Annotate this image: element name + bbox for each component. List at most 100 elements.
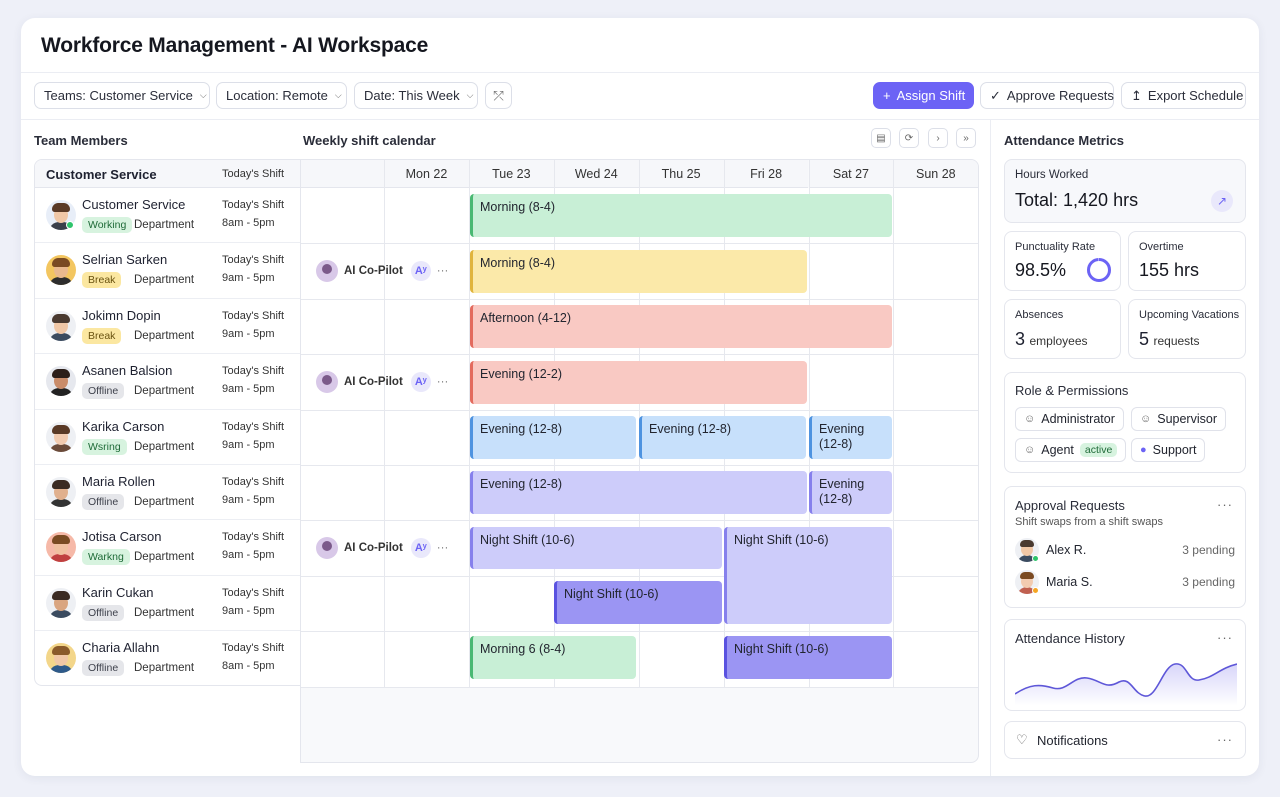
team-member-row[interactable]: Karika Carson Wsring Department Today's … xyxy=(35,410,300,465)
team-list-header: Customer Service Today's Shift xyxy=(35,160,300,188)
app-window: Workforce Management - AI Workspace Team… xyxy=(21,18,1259,776)
shift-block[interactable]: Morning (8-4) xyxy=(470,194,892,237)
member-department: Department xyxy=(134,495,195,508)
attendance-sparkline xyxy=(1015,663,1237,706)
role-supervisor[interactable]: ☺ Supervisor xyxy=(1131,407,1226,431)
team-member-row[interactable]: Jotisa Carson Warkng Department Today's … xyxy=(35,520,300,576)
shift-block[interactable]: Night Shift (10-6) xyxy=(724,636,892,679)
absences-unit: employees xyxy=(1029,334,1088,348)
role-agent[interactable]: ☺ Agent active xyxy=(1015,438,1127,462)
history-title: Attendance History xyxy=(1015,631,1125,646)
status-badge: Working xyxy=(82,217,133,233)
grid-line xyxy=(301,243,978,245)
member-department: Department xyxy=(134,551,195,564)
approvals-title: Approval Requests xyxy=(1015,498,1125,513)
shift-block[interactable]: Evening (12-8) xyxy=(470,416,636,459)
team-member-row[interactable]: Customer Service Working Department Toda… xyxy=(35,188,300,244)
double-chevron-right-icon[interactable]: » xyxy=(956,128,976,148)
title-bar: Workforce Management - AI Workspace xyxy=(21,18,1259,73)
status-badge: Wsring xyxy=(82,438,127,455)
day-header: Thu 25 xyxy=(638,160,724,188)
more-icon[interactable]: ··· xyxy=(437,376,449,388)
assign-shift-label: Assign Shift xyxy=(896,88,966,103)
more-icon[interactable]: ··· xyxy=(437,542,449,554)
shift-block[interactable]: Evening (12-8) xyxy=(470,471,807,514)
status-badge: Break xyxy=(82,327,122,344)
add-filter-button[interactable]: ⤱ xyxy=(485,82,512,109)
ai-copilot-chip[interactable]: AI Co-Pilot Aʸ ··· xyxy=(316,370,448,394)
overtime-card: Overtime 155 hrs xyxy=(1128,231,1246,291)
shift-block[interactable]: Night Shift (10-6) xyxy=(470,527,722,569)
hours-worked-card: Hours Worked Total: 1,420 hrs ↗ xyxy=(1004,159,1246,223)
teams-filter[interactable]: Teams: Customer Service ⌵ xyxy=(34,82,210,109)
approve-requests-button[interactable]: ✓ Approve Requests xyxy=(980,82,1114,109)
team-member-row[interactable]: Maria Rollen Offline Department Today's … xyxy=(35,465,300,521)
team-member-row[interactable]: Jokimn Dopin Break Department Today's Sh… xyxy=(35,299,300,355)
location-filter[interactable]: Location: Remote ⌵ xyxy=(216,82,347,109)
shift-block[interactable]: Evening (12-8) xyxy=(809,471,892,514)
user-icon: ☺ xyxy=(1024,413,1036,425)
shift-time: 9am - 5pm xyxy=(222,549,275,562)
copilot-label: AI Co-Pilot xyxy=(344,376,403,388)
active-badge: active xyxy=(1079,443,1118,457)
role-support[interactable]: ● Support xyxy=(1131,438,1206,462)
plus-icon: + xyxy=(883,88,891,103)
ai-copilot-chip[interactable]: AI Co-Pilot Aʸ ··· xyxy=(316,536,448,560)
refresh-icon[interactable]: ⟳ xyxy=(899,128,919,148)
member-name: Jotisa Carson xyxy=(82,529,162,545)
location-filter-label: Location: Remote xyxy=(226,88,328,103)
arrow-up-right-icon[interactable]: ↗ xyxy=(1211,190,1233,212)
more-icon[interactable]: ··· xyxy=(1217,497,1233,512)
team-member-row[interactable]: Asanen Balsion Offline Department Today'… xyxy=(35,354,300,410)
status-dot xyxy=(1032,555,1039,562)
team-member-row[interactable]: Selrian Sarken Break Department Today's … xyxy=(35,243,300,299)
chevron-right-icon[interactable]: › xyxy=(928,128,948,148)
translate-icon: Aʸ xyxy=(410,538,431,558)
shift-block[interactable]: Evening (12-8) xyxy=(639,416,806,459)
team-group-label: Customer Service xyxy=(46,167,157,182)
role-label: Administrator xyxy=(1041,412,1115,426)
calendar-icon[interactable]: ▤ xyxy=(871,128,891,148)
grid-line xyxy=(301,354,978,356)
calendar-corner xyxy=(301,160,384,188)
day-header: Tue 23 xyxy=(468,160,554,188)
absences-card: Absences 3 employees xyxy=(1004,299,1121,359)
team-rows: Customer Service Working Department Toda… xyxy=(35,188,300,685)
toolbar: Teams: Customer Service ⌵ Location: Remot… xyxy=(34,82,1246,110)
avatar xyxy=(46,421,76,452)
export-schedule-label: Export Schedule xyxy=(1147,88,1244,103)
shift-block[interactable]: Evening (12-8) xyxy=(809,416,892,459)
member-department: Department xyxy=(134,274,195,287)
more-icon[interactable]: ··· xyxy=(1217,630,1233,645)
date-filter-label: Date: This Week xyxy=(364,88,460,103)
shift-column-header: Today's Shift xyxy=(222,168,285,180)
shift-block[interactable]: Night Shift (10-6) xyxy=(724,527,892,624)
shift-time: 9am - 5pm xyxy=(222,493,275,506)
shift-block[interactable]: Morning 6 (8-4) xyxy=(470,636,636,679)
date-filter[interactable]: Date: This Week ⌵ xyxy=(354,82,478,109)
role-administrator[interactable]: ☺ Administrator xyxy=(1015,407,1124,431)
absences-value: 3 employees xyxy=(1015,329,1088,350)
vacations-value: 5 requests xyxy=(1139,329,1200,350)
notifications-card[interactable]: ♡ Notifications ··· xyxy=(1004,721,1246,759)
team-member-row[interactable]: Karin Cukan Offline Department Today's S… xyxy=(35,576,300,632)
shift-label: Today's Shift xyxy=(222,199,285,211)
more-icon[interactable]: ··· xyxy=(437,265,449,277)
more-icon[interactable]: ··· xyxy=(1217,732,1233,747)
day-header: Sat 27 xyxy=(808,160,894,188)
shift-block[interactable]: Afternoon (4-12) xyxy=(470,305,892,348)
status-badge: Offline xyxy=(82,604,125,621)
assign-shift-button[interactable]: + Assign Shift xyxy=(873,82,974,109)
approve-requests-label: Approve Requests xyxy=(1006,88,1114,103)
vacations-unit: requests xyxy=(1153,334,1200,348)
shift-block[interactable]: Morning (8-4) xyxy=(470,250,807,293)
ai-copilot-chip[interactable]: AI Co-Pilot Aʸ ··· xyxy=(316,259,448,283)
attendance-metrics-title: Attendance Metrics xyxy=(1004,133,1124,148)
shift-label: Today's Shift xyxy=(222,475,285,488)
team-member-row[interactable]: Charia Allahn Offline Department Today's… xyxy=(35,631,300,685)
hours-worked-value: Total: 1,420 hrs xyxy=(1015,190,1139,210)
shift-block[interactable]: Evening (12-2) xyxy=(470,361,807,404)
export-schedule-button[interactable]: ↥ Export Schedule xyxy=(1121,82,1246,109)
shift-label: Today's Shift xyxy=(222,586,285,599)
shift-block[interactable]: Night Shift (10-6) xyxy=(554,581,722,624)
